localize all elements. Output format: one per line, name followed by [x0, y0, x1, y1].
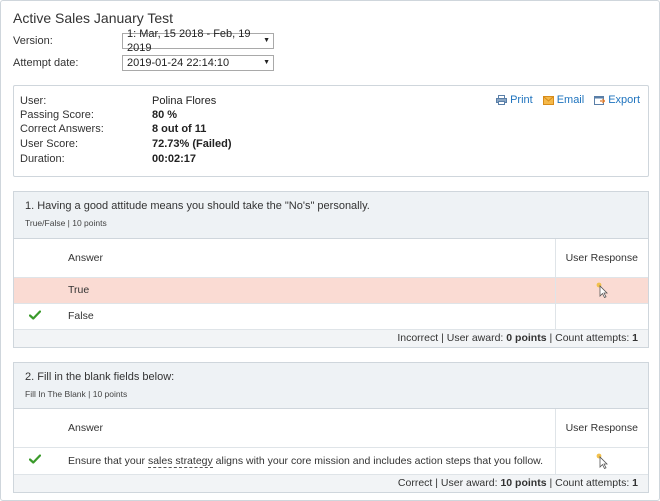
version-select[interactable]: 1: Mar, 15 2018 - Feb, 19 2019 ▼	[122, 28, 274, 54]
user-response-column-header: User Response	[554, 409, 648, 448]
user-award-label: User award:	[446, 331, 504, 344]
user-response-cell	[554, 277, 648, 304]
export-button[interactable]: Export	[594, 94, 640, 106]
answer-text: Ensure that your sales strategy aligns w…	[56, 447, 555, 475]
answer-row: False	[14, 303, 648, 330]
attempt-date-select[interactable]: 2019-01-24 22:14:10 ▼	[122, 55, 274, 71]
attempt-date-label: Attempt date:	[13, 57, 79, 69]
page-title: Active Sales January Test	[13, 10, 174, 26]
answer-table: Answer User Response True False	[14, 239, 648, 330]
summary-value: 8 out of 11	[152, 123, 207, 135]
attempt-summary: User: Polina Flores Passing Score: 80 % …	[13, 85, 649, 177]
question-header: 2. Fill in the blank fields below: Fill …	[14, 363, 648, 409]
answer-text: True	[56, 277, 555, 304]
print-button[interactable]: Print	[496, 94, 533, 106]
cursor-icon	[596, 453, 608, 469]
question-card-1: 1. Having a good attitude means you shou…	[13, 191, 649, 348]
count-attempts-label: Count attempts:	[555, 331, 630, 344]
answer-text: False	[56, 303, 555, 330]
answer-check-cell	[14, 447, 56, 475]
email-button[interactable]: Email	[542, 94, 585, 106]
answer-text-before: Ensure that your	[68, 454, 148, 467]
summary-label: Duration:	[20, 153, 65, 165]
print-label: Print	[510, 94, 533, 106]
summary-label: User:	[20, 95, 47, 107]
question-text: 2. Fill in the blank fields below:	[25, 371, 175, 383]
answer-check-cell	[14, 277, 56, 304]
attempt-date-select-value: 2019-01-24 22:14:10	[127, 57, 230, 69]
question-footer: Incorrect | User award: 0 points | Count…	[14, 329, 648, 347]
print-icon	[496, 95, 508, 105]
answer-row: Ensure that your sales strategy aligns w…	[14, 447, 648, 475]
result-status: Incorrect	[397, 331, 439, 344]
version-label: Version:	[13, 35, 53, 47]
summary-label: User Score:	[20, 138, 79, 150]
answer-row: True	[14, 277, 648, 304]
answer-check-cell	[14, 303, 56, 330]
user-response-cell	[554, 447, 648, 475]
version-select-value: 1: Mar, 15 2018 - Feb, 19 2019	[127, 28, 251, 54]
report-panel: Active Sales January Test Version: 1: Ma…	[0, 0, 660, 501]
user-award-value: 0 points	[506, 331, 547, 344]
chevron-down-icon: ▼	[263, 37, 270, 44]
count-attempts-value: 1	[632, 331, 638, 344]
result-status: Correct	[397, 476, 433, 489]
question-card-2: 2. Fill in the blank fields below: Fill …	[13, 362, 649, 493]
question-text: 1. Having a good attitude means you shou…	[25, 200, 370, 212]
summary-value: 72.73% (Failed)	[152, 138, 232, 150]
export-icon	[594, 96, 606, 105]
cursor-icon	[596, 282, 608, 298]
summary-value: 80 %	[152, 109, 178, 121]
check-column-header	[14, 239, 56, 278]
report-actions: Print Email Export	[496, 94, 640, 106]
user-response-column-header: User Response	[554, 239, 648, 278]
blank-answer-term: sales strategy	[147, 454, 213, 468]
check-column-header	[14, 409, 56, 448]
summary-label: Passing Score:	[20, 109, 94, 121]
answer-column-header: Answer	[56, 409, 555, 448]
checkmark-icon	[28, 309, 42, 320]
count-attempts-label: Count attempts:	[555, 476, 630, 489]
user-award-value: 10 points	[500, 476, 547, 489]
email-icon	[542, 95, 554, 105]
answer-table: Answer User Response Ensure that your sa…	[14, 409, 648, 475]
email-label: Email	[556, 94, 585, 106]
answer-text-after: aligns with your core mission and includ…	[212, 454, 544, 467]
question-meta: True/False | 10 points	[25, 218, 107, 228]
question-header: 1. Having a good attitude means you shou…	[14, 192, 648, 239]
summary-value: Polina Flores	[152, 95, 217, 107]
user-response-cell	[554, 303, 648, 330]
summary-value: 00:02:17	[152, 153, 197, 165]
checkmark-icon	[28, 454, 42, 464]
count-attempts-value: 1	[632, 476, 638, 489]
answer-table-header: Answer User Response	[14, 409, 648, 448]
answer-column-header: Answer	[56, 239, 555, 278]
question-meta: Fill In The Blank | 10 points	[25, 389, 128, 399]
user-award-label: User award:	[440, 476, 498, 489]
export-label: Export	[608, 94, 640, 106]
chevron-down-icon: ▼	[263, 59, 270, 66]
summary-label: Correct Answers:	[20, 123, 104, 135]
question-footer: Correct | User award: 10 points | Count …	[14, 474, 648, 492]
answer-table-header: Answer User Response	[14, 239, 648, 278]
